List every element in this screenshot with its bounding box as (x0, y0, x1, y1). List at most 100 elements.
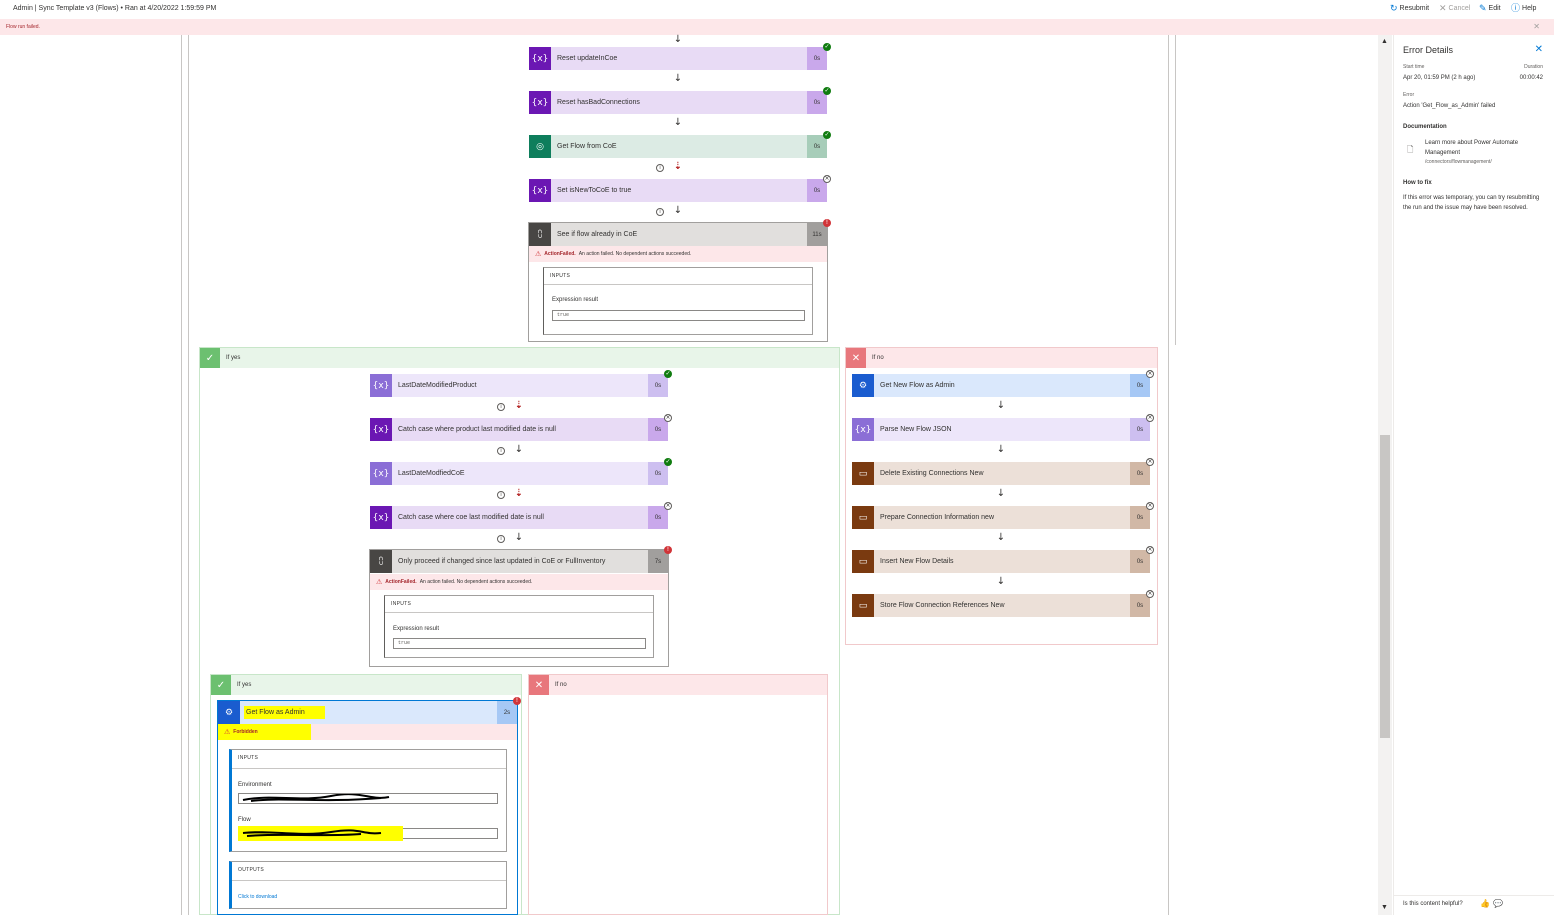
step-label: Get New Flow as Admin (880, 382, 955, 389)
feedback-question: Is this content helpful? (1403, 901, 1463, 907)
skipped-icon: × (664, 414, 672, 422)
skipped-icon: × (1146, 370, 1154, 378)
start-time-value: Apr 20, 01:59 PM (2 h ago) (1403, 75, 1476, 81)
documentation-link[interactable]: Learn more about Power Automate Manageme… (1425, 138, 1545, 158)
info-icon[interactable]: i (497, 403, 505, 411)
condition-icon: ⩇ (370, 550, 392, 573)
expression-result-value[interactable]: true (393, 638, 646, 649)
comment-icon[interactable]: 💬 (1493, 899, 1503, 908)
condition-header[interactable]: ⩇ See if flow already in CoE 11s ! (529, 219, 831, 246)
step-parse-new-flow-json[interactable]: {x} Parse New Flow JSON 0s × (852, 414, 1154, 441)
connector-arrow: ↓ (673, 73, 683, 84)
documentation-path: /connectors/flowmanagement/ (1425, 159, 1492, 165)
panel-title: Error Details (1403, 45, 1454, 55)
resubmit-button[interactable]: ↻ Resubmit (1390, 4, 1429, 13)
admin-connector-icon: ⚙ (852, 374, 874, 397)
step-header[interactable]: ⚙ Get Flow as Admin 2s ! (218, 697, 521, 724)
error-code: ActionFailed. (385, 579, 417, 585)
edit-button[interactable]: ✎ Edit (1479, 4, 1501, 13)
step-get-flow-from-coe[interactable]: ◎ Get Flow from CoE 0s ✓ (529, 131, 831, 158)
step-label: Reset updateInCoe (557, 55, 618, 62)
condition-header[interactable]: ⩇ Only proceed if changed since last upd… (370, 546, 672, 573)
step-label: Get Flow from CoE (557, 143, 617, 150)
flow-value[interactable] (238, 826, 498, 841)
info-icon[interactable]: i (656, 208, 664, 216)
canvas-divider (1168, 35, 1169, 915)
step-lastdatemodifiedproduct[interactable]: {x} LastDateModifiedProduct 0s ✓ (370, 370, 672, 397)
divider (1394, 895, 1554, 896)
step-label: Insert New Flow Details (880, 558, 954, 565)
step-label: Get Flow as Admin (244, 706, 325, 719)
cross-icon: ✕ (529, 675, 549, 695)
info-icon[interactable]: i (497, 535, 505, 543)
scroll-thumb[interactable] (1380, 435, 1390, 738)
branch-label: If yes (237, 682, 252, 688)
help-icon: ⓘ (1511, 3, 1521, 13)
success-icon: ✓ (823, 43, 831, 51)
download-link[interactable]: Click to download (238, 894, 277, 900)
cross-icon: ✕ (846, 348, 866, 368)
documentation-header: Documentation (1403, 124, 1447, 130)
help-button[interactable]: ⓘ Help (1511, 4, 1536, 13)
canvas-scrollbar[interactable]: ▲ ▼ (1378, 35, 1392, 915)
scope-icon: ▭ (852, 462, 874, 485)
info-icon[interactable]: i (497, 491, 505, 499)
condition-only-proceed[interactable]: ⩇ Only proceed if changed since last upd… (369, 546, 672, 667)
scroll-down-icon[interactable]: ▼ (1381, 904, 1388, 911)
info-icon[interactable]: i (656, 164, 664, 172)
step-get-flow-as-admin[interactable]: ⚙ Get Flow as Admin 2s ! ⚠ Forbidden INPU… (217, 697, 521, 915)
condition-see-if-flow-in-coe[interactable]: ⩇ See if flow already in CoE 11s ! ⚠ Act… (528, 219, 831, 342)
start-time-label: Start time (1403, 64, 1425, 70)
close-icon: ✕ (1439, 3, 1447, 13)
step-reset-hasbadconnections[interactable]: {x} Reset hasBadConnections 0s ✓ (529, 87, 831, 114)
scroll-up-icon[interactable]: ▲ (1381, 38, 1388, 45)
inputs-section: INPUTS Expression result true (384, 595, 654, 658)
step-prepare-connection-information-new[interactable]: ▭ Prepare Connection Information new 0s … (852, 502, 1154, 529)
branch-header[interactable]: ✕ If no (846, 348, 1157, 368)
action-failed-row: ⚠ ActionFailed. An action failed. No dep… (529, 246, 827, 262)
step-catch-product-null[interactable]: {x} Catch case where product last modifi… (370, 414, 672, 441)
connector-arrow-skipped: ⇣ (514, 488, 524, 499)
environment-value[interactable] (238, 793, 498, 804)
thumbs-up-icon[interactable]: 👍 (1480, 899, 1490, 908)
duration-value: 00:00:42 (1519, 75, 1543, 81)
step-get-new-flow-as-admin[interactable]: ⚙ Get New Flow as Admin 0s × (852, 370, 1154, 397)
variable-icon: {x} (529, 179, 551, 202)
variable-icon: {x} (370, 506, 392, 529)
close-icon[interactable]: ✕ (1535, 44, 1543, 55)
error-message: An action failed. No dependent actions s… (578, 251, 692, 257)
admin-connector-icon: ⚙ (218, 701, 240, 724)
step-label: Catch case where coe last modified date … (398, 514, 544, 521)
step-lastdatemodfiedcoe[interactable]: {x} LastDateModfiedCoE 0s ✓ (370, 458, 672, 485)
scope-icon: ▭ (852, 594, 874, 617)
connector-arrow: ↓ (514, 444, 524, 455)
skipped-icon: × (1146, 414, 1154, 422)
step-label-wrap: Get Flow as Admin (244, 701, 497, 724)
dismiss-icon[interactable]: ✕ (1533, 22, 1540, 31)
step-delete-existing-connections-new[interactable]: ▭ Delete Existing Connections New 0s × (852, 458, 1154, 485)
step-reset-updateincoe[interactable]: {x} Reset updateInCoe 0s ✓ (529, 43, 831, 70)
expression-result-value[interactable]: true (552, 310, 805, 321)
branch-header[interactable]: ✕ If no (529, 675, 827, 695)
divider (544, 284, 812, 285)
pencil-icon: ✎ (1479, 3, 1487, 13)
branch-header[interactable]: ✓ If yes (200, 348, 839, 368)
error-label: Error (1403, 92, 1415, 98)
cancel-button[interactable]: ✕ Cancel (1439, 4, 1470, 13)
branch-header[interactable]: ✓ If yes (211, 675, 521, 695)
flow-canvas[interactable]: ↓ {x} Reset updateInCoe 0s ✓ ↓ {x} Reset… (0, 35, 1392, 915)
scope-icon: ▭ (852, 550, 874, 573)
expression-result-label: Expression result (393, 626, 440, 632)
error-banner: Flow run failed. ✕ (0, 19, 1554, 35)
info-icon[interactable]: i (497, 447, 505, 455)
step-label: Prepare Connection Information new (880, 514, 995, 521)
flow-label: Flow (238, 817, 251, 823)
canvas-divider (181, 35, 182, 915)
step-store-flow-connection-references-new[interactable]: ▭ Store Flow Connection References New 0… (852, 590, 1154, 617)
branch-label: If no (555, 682, 567, 688)
warning-icon: ⚠ (376, 579, 383, 586)
step-catch-coe-null[interactable]: {x} Catch case where coe last modified d… (370, 502, 672, 529)
step-insert-new-flow-details[interactable]: ▭ Insert New Flow Details 0s × (852, 546, 1154, 573)
step-set-isnewtocoe[interactable]: {x} Set isNewToCoE to true 0s × (529, 175, 831, 202)
error-banner-text: Flow run failed. (6, 24, 40, 30)
